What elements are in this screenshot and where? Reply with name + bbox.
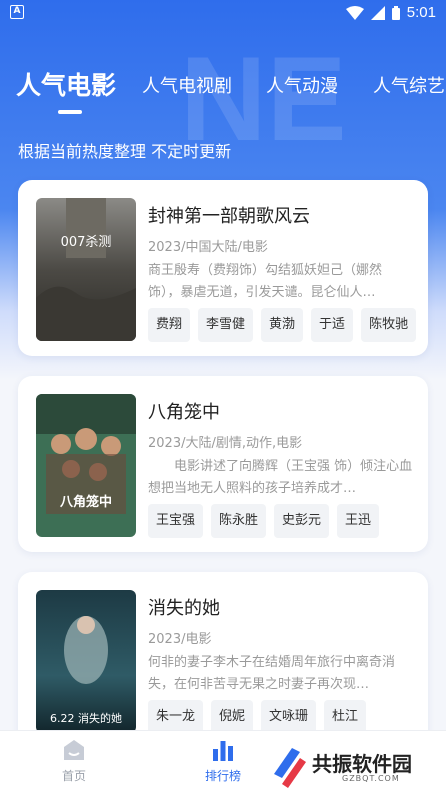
movie-title: 封神第一部朝歌风云 (148, 206, 310, 227)
poster-caption: 八角笼中 (59, 494, 112, 510)
movie-card[interactable]: 八角笼中 八角笼中 2023/大陆/剧情,动作,电影 电影讲述了向腾辉（王宝强 … (18, 376, 428, 552)
movie-description: 商王殷寿（费翔饰）勾结狐妖妲己（娜然饰），暴虐无道，引发天谴。昆仑仙人… (148, 263, 383, 300)
status-time: 5:01 (406, 4, 436, 21)
cast-chip[interactable]: 王迅 (337, 504, 380, 538)
watermark-url: GZBQT.COM (342, 774, 400, 783)
category-tabs: 人气电影 人气电视剧 人气动漫 人气综艺 (0, 58, 446, 128)
home-icon (64, 740, 84, 760)
signal-icon (370, 5, 385, 20)
cast-chip[interactable]: 杜江 (324, 700, 367, 734)
cast-chip[interactable]: 文咏珊 (261, 700, 317, 734)
tab-popular-tv[interactable]: 人气电视剧 (142, 72, 232, 98)
wifi-icon (345, 5, 364, 20)
cast-chip[interactable]: 李雪健 (198, 308, 254, 342)
movie-meta: 2023/大陆/剧情,动作,电影 (148, 436, 303, 451)
movie-title: 消失的她 (148, 598, 220, 619)
movie-card[interactable]: 6.22 消失的她 消失的她 2023/电影 何非的妻子李木子在结婚周年旅行中离… (18, 572, 428, 748)
active-tab-indicator (58, 110, 82, 114)
nav-home-label: 首页 (61, 769, 86, 783)
cast-chip[interactable]: 史彭元 (274, 504, 330, 538)
tab-popular-movies[interactable]: 人气电影 (16, 66, 116, 102)
poster-caption: 007杀测 (61, 235, 112, 250)
movie-description: 电影讲述了向腾辉（王宝强 饰）倾注心血想把当地无人照料的孩子培养成才… (148, 459, 413, 496)
movie-meta: 2023/中国大陆/电影 (148, 240, 268, 255)
nav-ranking-label: 排行榜 (204, 769, 241, 783)
cast-chip[interactable]: 陈牧驰 (361, 308, 417, 342)
battery-icon (391, 5, 400, 20)
status-bar: A 5:01 (0, 0, 446, 26)
cast-chip[interactable]: 朱一龙 (148, 700, 204, 734)
movie-title: 八角笼中 (148, 402, 220, 423)
cast-chip[interactable]: 费翔 (148, 308, 191, 342)
movie-card[interactable]: 007杀测 封神第一部朝歌风云 2023/中国大陆/电影 商王殷寿（费翔饰）勾结… (18, 180, 428, 356)
ranking-icon (213, 741, 233, 761)
cast-chip[interactable]: 陈永胜 (211, 504, 267, 538)
tab-popular-anime[interactable]: 人气动漫 (266, 72, 338, 98)
list-subtitle: 根据当前热度整理 不定时更新 (18, 142, 232, 161)
cast-list: 朱一龙 倪妮 文咏珊 杜江 (148, 700, 367, 734)
movie-poster: 6.22 消失的她 (36, 590, 136, 733)
cast-chip[interactable]: 黄渤 (261, 308, 304, 342)
poster-caption: 6.22 消失的她 (50, 711, 122, 725)
nav-ranking[interactable]: 排行榜 (183, 739, 263, 784)
movie-poster: 八角笼中 (36, 394, 136, 537)
movie-description: 何非的妻子李木子在结婚周年旅行中离奇消失，在何非苦寻无果之时妻子再次现… (148, 655, 396, 692)
site-watermark: 共振软件园 GZBQT.COM (266, 740, 446, 792)
tab-popular-variety[interactable]: 人气综艺 (373, 72, 445, 98)
watermark-title: 共振软件园 (312, 752, 412, 776)
cast-list: 王宝强 陈永胜 史彭元 王迅 (148, 504, 380, 538)
nav-home[interactable]: 首页 (34, 739, 114, 784)
cast-chip[interactable]: 王宝强 (148, 504, 204, 538)
cast-list: 费翔 李雪健 黄渤 于适 陈牧驰 (148, 308, 417, 342)
cast-chip[interactable]: 于适 (311, 308, 354, 342)
app-notification-icon: A (10, 5, 24, 19)
watermark-logo-icon (274, 748, 306, 788)
cast-chip[interactable]: 倪妮 (211, 700, 254, 734)
movie-meta: 2023/电影 (148, 632, 212, 647)
movie-poster: 007杀测 (36, 198, 136, 341)
